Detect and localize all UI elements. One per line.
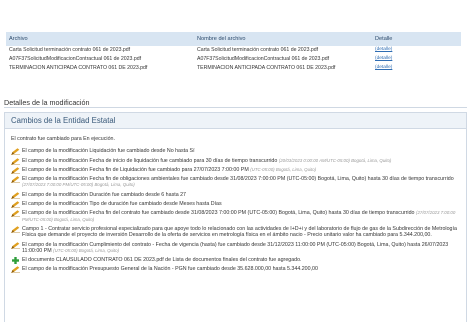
- top-band: [0, 0, 471, 28]
- change-entry: El campo de la modificación Duración fue…: [11, 191, 460, 199]
- pencil-icon: [11, 176, 20, 184]
- panel-body: El contrato fue cambiado para En ejecuci…: [5, 129, 466, 280]
- file-nombre: A07F37SolicitudModificacionContractual 0…: [197, 56, 330, 62]
- change-entry: El campo de la modificación Fecha de ini…: [11, 157, 460, 165]
- file-archivo: A07F37SolicitudModificacionContractual 0…: [9, 56, 142, 62]
- change-text: El campo de la modificación Fecha fin de…: [22, 166, 249, 173]
- table-row: Carta Solicitud terminación contrato 061…: [6, 46, 461, 55]
- pencil-icon: [11, 148, 20, 156]
- col-header-nombre: Nombre del archivo: [194, 32, 372, 46]
- change-entry: El campo de la modificación Presupuesto …: [11, 266, 460, 274]
- change-timezone-note: (UTC-05:00) Bogotá, Lima, Quito): [250, 166, 317, 172]
- change-entry: El campo de la modificación Fecha fin de…: [11, 166, 460, 174]
- change-text: El documento CLAUSULADO CONTRATO 061 DE …: [22, 257, 302, 264]
- table-row: A07F37SolicitudModificacionContractual 0…: [6, 55, 461, 64]
- detail-link[interactable]: (detalle): [372, 46, 461, 55]
- change-entry: El campo de la modificación Fecha fin de…: [11, 210, 460, 223]
- pencil-icon: [11, 157, 20, 165]
- pencil-icon: [11, 266, 20, 274]
- change-entry: El campo de la modificación Liquidación …: [11, 148, 460, 156]
- change-text: Campo 1 - Contratar servicio profesional…: [22, 225, 457, 239]
- change-entry: El campo de la modificación Cumplimiento…: [11, 242, 460, 255]
- change-entry: El documento CLAUSULADO CONTRATO 061 DE …: [11, 257, 460, 265]
- files-table: Archivo Nombre del archivo Detalle Carta…: [6, 32, 461, 73]
- change-timezone-note: (27/07/2023 7:00:00 PM/UTC-05:00) Bogotá…: [22, 182, 135, 188]
- table-row: TERMINACION ANTICIPADA CONTRATO 061 DE 2…: [6, 64, 461, 73]
- plus-icon: [11, 257, 20, 265]
- files-table-header: Archivo Nombre del archivo Detalle: [6, 32, 461, 46]
- detail-link[interactable]: (detalle): [372, 55, 461, 64]
- pencil-icon: [11, 226, 20, 234]
- col-header-archivo: Archivo: [6, 32, 194, 46]
- change-entry: El campo de la modificación Tipo de dura…: [11, 201, 460, 209]
- file-nombre: Carta Solicitud terminación contrato 061…: [197, 47, 319, 53]
- changes-panel: Cambios de la Entidad Estatal El contrat…: [4, 112, 467, 322]
- change-entry: El campo de la modificación Fecha fin de…: [11, 176, 460, 189]
- detail-link[interactable]: (detalle): [372, 64, 461, 73]
- change-timezone-note: (20/03/2023 0:00:00 AM/UTC-05:00) Bogotá…: [278, 157, 392, 163]
- pencil-icon: [11, 201, 20, 209]
- change-text: El campo de la modificación Fecha de ini…: [22, 157, 278, 164]
- pencil-icon: [11, 241, 20, 249]
- change-text: El campo de la modificación Fecha fin de…: [22, 210, 415, 217]
- section-title-modification: Detalles de la modificación: [4, 98, 90, 107]
- change-entry: Campo 1 - Contratar servicio profesional…: [11, 226, 460, 239]
- pencil-icon: [11, 192, 20, 199]
- panel-title: Cambios de la Entidad Estatal: [5, 113, 466, 129]
- intro-text: El contrato fue cambiado para En ejecuci…: [11, 136, 115, 142]
- change-text: El campo de la modificación Fecha fin de…: [22, 176, 454, 183]
- change-text: El campo de la modificación Tipo de dura…: [22, 201, 222, 208]
- file-archivo: Carta Solicitud terminación contrato 061…: [9, 47, 131, 53]
- change-list: El campo de la modificación Liquidación …: [11, 148, 460, 274]
- change-text: El campo de la modificación Duración fue…: [22, 191, 187, 198]
- pencil-icon: [11, 210, 20, 218]
- col-header-detalle: Detalle: [372, 32, 461, 46]
- section-divider: [4, 107, 467, 108]
- change-text: El campo de la modificación Presupuesto …: [22, 266, 318, 273]
- change-text: El campo de la modificación Liquidación …: [22, 148, 195, 155]
- change-timezone-note: (UTC-05:00) Bogotá, Lima, Quito): [53, 247, 120, 253]
- file-archivo: TERMINACION ANTICIPADA CONTRATO 061 DE 2…: [9, 65, 148, 71]
- pencil-icon: [11, 167, 20, 174]
- file-nombre: TERMINACION ANTICIPADA CONTRATO 061 DE 2…: [197, 65, 336, 71]
